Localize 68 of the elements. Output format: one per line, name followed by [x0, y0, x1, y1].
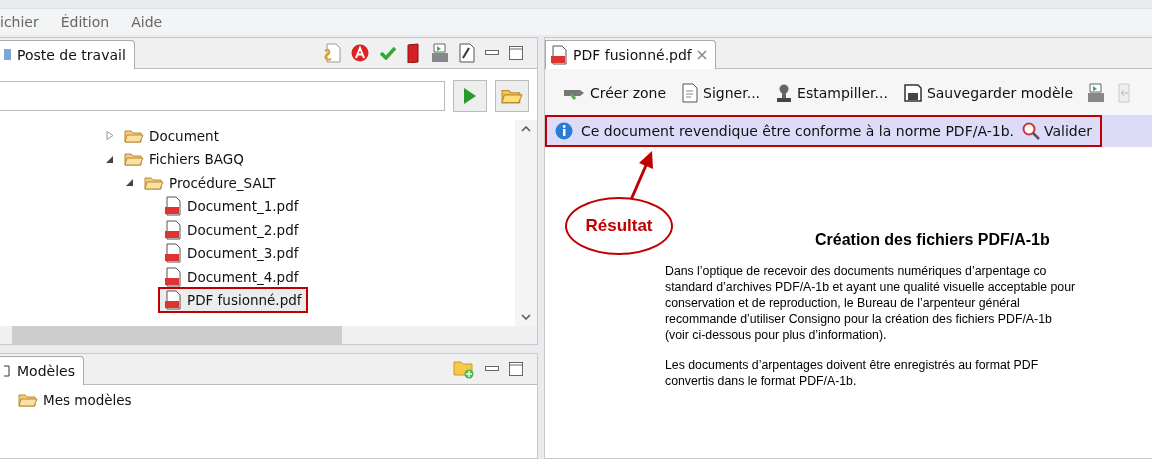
tree-item[interactable]: Document_4.pdf — [160, 265, 303, 288]
check-icon[interactable] — [379, 46, 397, 60]
document-title: Création des fichiers PDF/A-1b — [815, 231, 1050, 249]
scanner-icon[interactable] — [1087, 83, 1105, 103]
document-text-line: Dans l’optique de recevoir des documents numériques d’arpentage co — [665, 263, 1048, 279]
menu-item[interactable]: Édition — [60, 14, 110, 30]
document-text-line: (voir ci-dessous pour plus d’information). — [665, 327, 888, 343]
tree-item[interactable]: Document — [120, 126, 223, 145]
folder-icon — [124, 127, 144, 144]
pdf-file-icon — [550, 45, 568, 65]
folder-icon — [501, 87, 523, 105]
editor-tab[interactable]: PDF fusionné.pdf — [545, 40, 716, 69]
menu-item[interactable]: Aide — [131, 14, 163, 30]
minimize-icon[interactable] — [485, 50, 499, 56]
maximize-icon[interactable] — [509, 46, 523, 60]
toolbar-button[interactable]: Signer... — [680, 81, 763, 105]
tree-item[interactable]: Document_3.pdf — [160, 242, 303, 265]
open-folder-button[interactable] — [495, 80, 529, 112]
minimize-icon[interactable] — [485, 366, 499, 372]
document-pen-icon[interactable] — [459, 43, 475, 63]
info-message: Ce document revendique être conforme à la norme PDF/A-1b. — [581, 123, 1014, 139]
document-text-line: convertis dans le format PDF/A-1b. — [665, 373, 858, 389]
document-text-line: recommande d’utiliser Consigno pour la création des fichiers PDF/A-1b — [665, 311, 1053, 327]
folder-icon — [124, 151, 144, 168]
tree-item[interactable]: Procédure_SALT — [140, 173, 280, 192]
tree-item[interactable]: Mes modèles — [14, 391, 523, 409]
scroll-up-icon[interactable] — [521, 126, 531, 132]
scroll-down-icon[interactable] — [521, 314, 531, 320]
tree-item[interactable]: Document_2.pdf — [160, 218, 303, 241]
add-folder-icon[interactable] — [453, 359, 475, 379]
vertical-scrollbar[interactable] — [515, 120, 537, 326]
pdf-file-icon — [164, 266, 182, 287]
maximize-icon[interactable] — [509, 362, 523, 376]
document-text-line: Les documents d’arpentages doivent être enregistrés au format PDF — [665, 357, 1040, 373]
tree-item[interactable]: Document_1.pdf — [160, 195, 303, 218]
folder-icon — [144, 174, 164, 191]
document-text-line: conservation et de reproduction, le Bureau de l’arpenteur général — [665, 295, 1021, 311]
callout-label: Résultat — [565, 197, 673, 255]
tree-item[interactable]: PDF fusionné.pdf — [160, 289, 306, 312]
close-icon[interactable] — [696, 50, 707, 60]
path-field[interactable] — [0, 81, 445, 111]
view-tab[interactable]: Poste de travail — [0, 40, 135, 69]
tree-item[interactable]: Fichiers BAGQ — [120, 150, 248, 169]
menu-item[interactable]: ichier — [0, 14, 39, 30]
expanded-arrow-icon[interactable] — [126, 178, 134, 188]
book-icon[interactable] — [407, 43, 421, 63]
horizontal-scrollbar[interactable] — [0, 326, 537, 344]
magnifier-icon — [1021, 122, 1040, 140]
document-pen-icon — [682, 83, 699, 103]
toolbar-button[interactable]: Sauvegarder modèle — [901, 82, 1075, 104]
letter-a-icon[interactable] — [351, 44, 369, 62]
play-icon — [464, 88, 476, 104]
toolbar-button[interactable]: Estampiller... — [774, 81, 890, 105]
folder-icon — [18, 392, 38, 408]
collapsed-arrow-icon[interactable] — [106, 131, 114, 141]
expanded-arrow-icon[interactable] — [106, 154, 114, 164]
validate-link[interactable]: Valider — [1021, 122, 1093, 140]
view-tab[interactable]: Modèles — [0, 356, 84, 385]
info-icon — [555, 122, 573, 140]
pdf-file-icon — [164, 290, 182, 311]
run-button[interactable] — [453, 80, 487, 112]
document-text-line: standard d’archives PDF/A-1b et ayant une qualité visuelle acceptable pour — [665, 279, 1077, 295]
scanner-icon[interactable] — [431, 43, 449, 63]
stamp-icon — [776, 83, 793, 103]
toolbar-button[interactable]: Créer zone — [561, 83, 669, 103]
pdf-file-icon — [164, 219, 182, 240]
pdf-file-icon — [164, 243, 182, 264]
pdf-file-icon — [164, 196, 182, 217]
